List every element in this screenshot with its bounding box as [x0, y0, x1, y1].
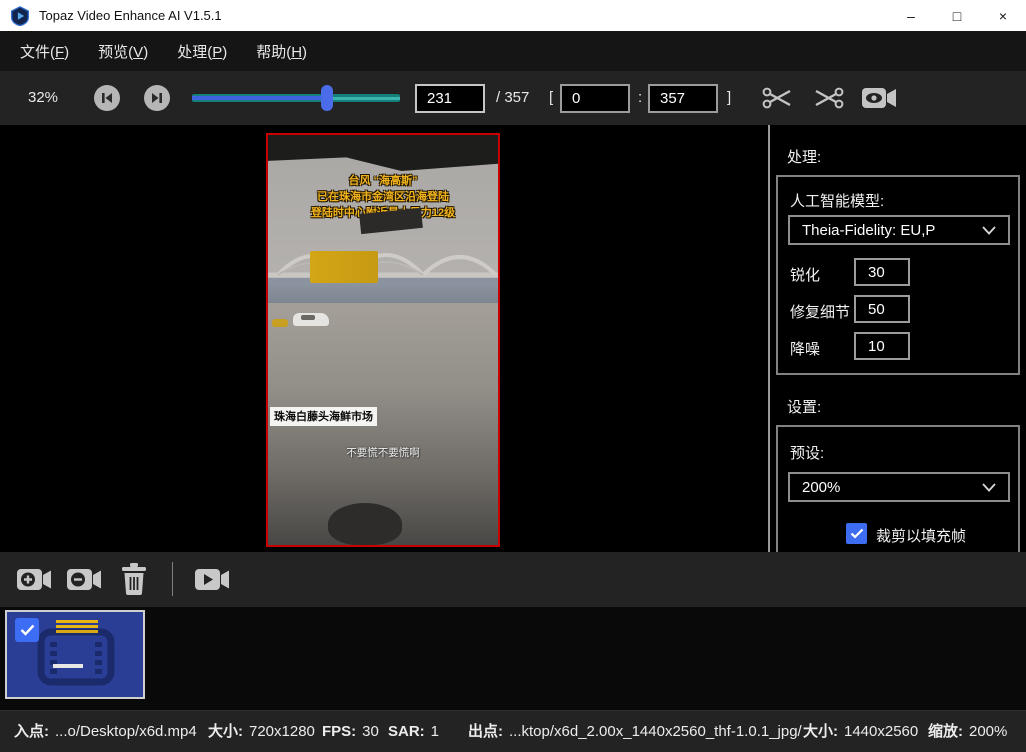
close-button[interactable]: ×: [980, 0, 1026, 31]
denoise-input[interactable]: [854, 332, 910, 360]
status-input-size: 大小:720x1280: [208, 711, 315, 752]
video-debris: [272, 319, 288, 327]
remove-video-icon[interactable]: [66, 566, 102, 593]
current-frame-input[interactable]: [415, 84, 485, 113]
frame-slider[interactable]: [192, 71, 400, 125]
slider-progress: [192, 96, 327, 100]
chevron-down-icon: [982, 226, 996, 235]
processing-section-title: 处理:: [787, 146, 821, 167]
status-output-size: 大小:1440x2560: [803, 711, 918, 752]
menu-preview[interactable]: 预览(V): [92, 37, 154, 66]
total-frames-label: / 357: [496, 71, 529, 125]
video-subtitle: 不要慌不要慌啊: [268, 445, 498, 460]
ai-model-label: 人工智能模型:: [790, 190, 884, 211]
slider-handle[interactable]: [321, 85, 333, 111]
sharpen-label: 锐化: [790, 264, 820, 285]
video-list-toolbar: [0, 552, 1026, 607]
maximize-button[interactable]: □: [934, 0, 980, 31]
checkmark-icon: [850, 528, 864, 539]
trim-out-scissors-icon[interactable]: [812, 84, 844, 112]
video-preview-frame[interactable]: 台风 “海高斯” 已在珠海市金湾区沿海登陆 登陆时中心附近最大风力12级 珠海白…: [266, 133, 500, 547]
checkmark-icon: [20, 624, 35, 636]
delete-trash-icon[interactable]: [120, 563, 148, 595]
add-video-icon[interactable]: [16, 566, 52, 593]
video-location-caption: 珠海白藤头海鲜市场: [270, 407, 377, 426]
crop-to-fill-checkbox[interactable]: [846, 523, 867, 544]
chevron-down-icon: [982, 483, 996, 492]
process-video-icon[interactable]: [194, 566, 230, 593]
titlebar: Topaz Video Enhance AI V1.5.1 – □ ×: [0, 0, 1026, 31]
restore-detail-input[interactable]: [854, 295, 910, 323]
menu-process[interactable]: 处理(P): [171, 37, 233, 66]
preview-camera-eye-icon[interactable]: [860, 84, 898, 112]
range-open-bracket: [: [549, 71, 553, 125]
skip-to-end-button[interactable]: [144, 85, 170, 111]
preset-dropdown[interactable]: 200%: [788, 472, 1010, 502]
video-wall: [268, 285, 498, 303]
thumbnail-checkbox[interactable]: [15, 618, 39, 642]
preset-label: 预设:: [790, 442, 824, 463]
video-thumbnail-card[interactable]: [5, 610, 145, 699]
video-yellow-sign: [310, 251, 378, 283]
ai-model-dropdown[interactable]: Theia-Fidelity: EU,P: [788, 215, 1010, 245]
status-scale: 缩放:200%: [928, 711, 1007, 752]
preset-value: 200%: [802, 479, 982, 496]
status-sar: SAR:1: [388, 711, 439, 752]
toolbar-divider: [172, 562, 173, 596]
range-separator: :: [638, 71, 642, 125]
settings-panel: 处理: 人工智能模型: Theia-Fidelity: EU,P 锐化 修复细节…: [770, 125, 1026, 552]
menu-bar: 文件(F) 预览(V) 处理(P) 帮助(H): [0, 31, 1026, 71]
status-in-point: 入点:...o/Desktop/x6d.mp4: [14, 711, 197, 752]
video-dark-object: [328, 503, 402, 545]
restore-detail-label: 修复细节: [790, 301, 850, 322]
thumbnail-strip: [0, 607, 1026, 710]
ai-model-value: Theia-Fidelity: EU,P: [802, 222, 982, 239]
preset-group: 预设: 200% 裁剪以填充帧: [776, 425, 1020, 552]
minimize-button[interactable]: –: [888, 0, 934, 31]
denoise-label: 降噪: [790, 338, 820, 359]
menu-file[interactable]: 文件(F): [14, 37, 75, 66]
range-start-input[interactable]: [560, 84, 630, 113]
thumbnail-image: [50, 612, 104, 697]
settings-section-title: 设置:: [787, 396, 821, 417]
menu-help[interactable]: 帮助(H): [250, 37, 313, 66]
trim-in-scissors-icon[interactable]: [762, 84, 794, 112]
crop-to-fill-label: 裁剪以填充帧: [876, 525, 966, 546]
video-bridge: [268, 231, 498, 293]
app-logo-icon: [10, 6, 30, 26]
video-submerged-car: [293, 313, 329, 326]
range-close-bracket: ]: [727, 71, 731, 125]
preview-zoom-label: 32%: [28, 71, 58, 125]
main-area: 台风 “海高斯” 已在珠海市金湾区沿海登陆 登陆时中心附近最大风力12级 珠海白…: [0, 125, 1026, 552]
app-window: Topaz Video Enhance AI V1.5.1 – □ × 文件(F…: [0, 0, 1026, 752]
status-bar: 入点:...o/Desktop/x6d.mp4 大小:720x1280 FPS:…: [0, 710, 1026, 752]
status-out-point: 出点:...ktop/x6d_2.00x_1440x2560_thf-1.0.1…: [468, 711, 802, 752]
range-end-input[interactable]: [648, 84, 718, 113]
sharpen-input[interactable]: [854, 258, 910, 286]
window-title: Topaz Video Enhance AI V1.5.1: [39, 8, 222, 23]
status-fps: FPS:30: [322, 711, 379, 752]
playback-toolbar: 32% / 357 [ : ]: [0, 71, 1026, 125]
ai-model-group: 人工智能模型: Theia-Fidelity: EU,P 锐化 修复细节 降噪: [776, 175, 1020, 375]
skip-end-icon: [150, 91, 164, 105]
skip-to-start-button[interactable]: [94, 85, 120, 111]
skip-start-icon: [100, 91, 114, 105]
